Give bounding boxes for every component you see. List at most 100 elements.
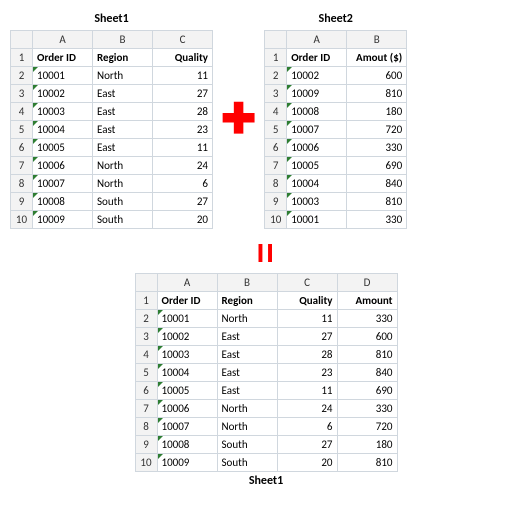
cell[interactable]: 10001 <box>287 211 347 229</box>
row-header[interactable]: 3 <box>135 328 157 346</box>
row-header[interactable]: 5 <box>265 121 287 139</box>
cell[interactable]: 690 <box>347 157 407 175</box>
row-header[interactable]: 7 <box>135 400 157 418</box>
cell[interactable]: 10009 <box>287 85 347 103</box>
cell[interactable]: 10006 <box>287 139 347 157</box>
cell[interactable]: 180 <box>337 436 397 454</box>
cell[interactable]: 330 <box>347 211 407 229</box>
cell[interactable]: 10004 <box>287 175 347 193</box>
row-header[interactable]: 9 <box>135 436 157 454</box>
cell[interactable]: 10009 <box>33 211 93 229</box>
cell[interactable]: South <box>93 211 153 229</box>
cell[interactable]: East <box>217 346 277 364</box>
row-header[interactable]: 9 <box>11 193 33 211</box>
cell[interactable]: East <box>217 328 277 346</box>
cell[interactable]: 10001 <box>157 310 217 328</box>
cell[interactable]: 27 <box>277 328 337 346</box>
cell[interactable]: 11 <box>277 310 337 328</box>
row-header[interactable]: 6 <box>135 382 157 400</box>
row-header[interactable]: 4 <box>265 103 287 121</box>
cell[interactable]: 10001 <box>33 67 93 85</box>
cell[interactable]: East <box>93 139 153 157</box>
cell[interactable]: 27 <box>153 85 213 103</box>
cell[interactable]: 6 <box>277 418 337 436</box>
cell[interactable]: 10008 <box>33 193 93 211</box>
col-header[interactable]: A <box>157 274 217 292</box>
cell[interactable]: 810 <box>337 346 397 364</box>
row-header[interactable]: 1 <box>11 49 33 67</box>
row-header[interactable]: 10 <box>11 211 33 229</box>
cell[interactable]: South <box>217 436 277 454</box>
cell[interactable]: 330 <box>337 400 397 418</box>
row-header[interactable]: 5 <box>135 364 157 382</box>
cell[interactable]: 10008 <box>287 103 347 121</box>
cell[interactable]: 810 <box>347 85 407 103</box>
cell[interactable]: East <box>217 364 277 382</box>
cell[interactable]: 600 <box>337 328 397 346</box>
cell[interactable]: 690 <box>337 382 397 400</box>
cell[interactable]: 10004 <box>33 121 93 139</box>
row-header[interactable]: 1 <box>265 49 287 67</box>
cell[interactable]: 11 <box>153 139 213 157</box>
row-header[interactable]: 9 <box>265 193 287 211</box>
cell[interactable]: Quality <box>277 292 337 310</box>
cell[interactable]: 11 <box>153 67 213 85</box>
cell[interactable]: 10006 <box>33 157 93 175</box>
cell[interactable]: 600 <box>347 67 407 85</box>
cell[interactable]: 180 <box>347 103 407 121</box>
cell[interactable]: 10003 <box>157 346 217 364</box>
row-header[interactable]: 4 <box>135 346 157 364</box>
col-header[interactable]: A <box>287 31 347 49</box>
cell[interactable]: North <box>93 175 153 193</box>
cell[interactable]: 10007 <box>157 418 217 436</box>
row-header[interactable]: 6 <box>11 139 33 157</box>
cell[interactable]: 10002 <box>157 328 217 346</box>
cell[interactable]: 28 <box>277 346 337 364</box>
cell[interactable]: Amount <box>337 292 397 310</box>
cell[interactable]: East <box>93 121 153 139</box>
row-header[interactable]: 8 <box>265 175 287 193</box>
row-header[interactable]: 10 <box>265 211 287 229</box>
cell[interactable]: 810 <box>337 454 397 472</box>
cell[interactable]: South <box>217 454 277 472</box>
cell[interactable]: East <box>93 103 153 121</box>
cell[interactable]: North <box>217 310 277 328</box>
row-header[interactable]: 8 <box>11 175 33 193</box>
row-header[interactable]: 5 <box>11 121 33 139</box>
corner-cell[interactable] <box>11 31 33 49</box>
cell[interactable]: 10002 <box>287 67 347 85</box>
cell[interactable]: South <box>93 193 153 211</box>
sheet1-grid[interactable]: A B C 1 Order ID Region Quality 210001No… <box>10 30 213 229</box>
cell[interactable]: Order ID <box>33 49 93 67</box>
cell[interactable]: Order ID <box>157 292 217 310</box>
cell[interactable]: Region <box>217 292 277 310</box>
row-header[interactable]: 8 <box>135 418 157 436</box>
row-header[interactable]: 10 <box>135 454 157 472</box>
col-header[interactable]: B <box>93 31 153 49</box>
cell[interactable]: 23 <box>153 121 213 139</box>
cell[interactable]: Amout ($) <box>347 49 407 67</box>
cell[interactable]: 27 <box>277 436 337 454</box>
cell[interactable]: 10008 <box>157 436 217 454</box>
cell[interactable]: 10007 <box>287 121 347 139</box>
cell[interactable]: North <box>217 418 277 436</box>
cell[interactable]: 10005 <box>157 382 217 400</box>
col-header[interactable]: A <box>33 31 93 49</box>
col-header[interactable]: C <box>277 274 337 292</box>
cell[interactable]: East <box>93 85 153 103</box>
cell[interactable]: 24 <box>153 157 213 175</box>
row-header[interactable]: 6 <box>265 139 287 157</box>
cell[interactable]: 840 <box>347 175 407 193</box>
row-header[interactable]: 7 <box>11 157 33 175</box>
col-header[interactable]: D <box>337 274 397 292</box>
cell[interactable]: East <box>217 382 277 400</box>
cell[interactable]: North <box>217 400 277 418</box>
cell[interactable]: 840 <box>337 364 397 382</box>
cell[interactable]: 20 <box>277 454 337 472</box>
cell[interactable]: 10002 <box>33 85 93 103</box>
row-header[interactable]: 3 <box>11 85 33 103</box>
corner-cell[interactable] <box>135 274 157 292</box>
cell[interactable]: 330 <box>337 310 397 328</box>
cell[interactable]: 6 <box>153 175 213 193</box>
cell[interactable]: 10003 <box>33 103 93 121</box>
